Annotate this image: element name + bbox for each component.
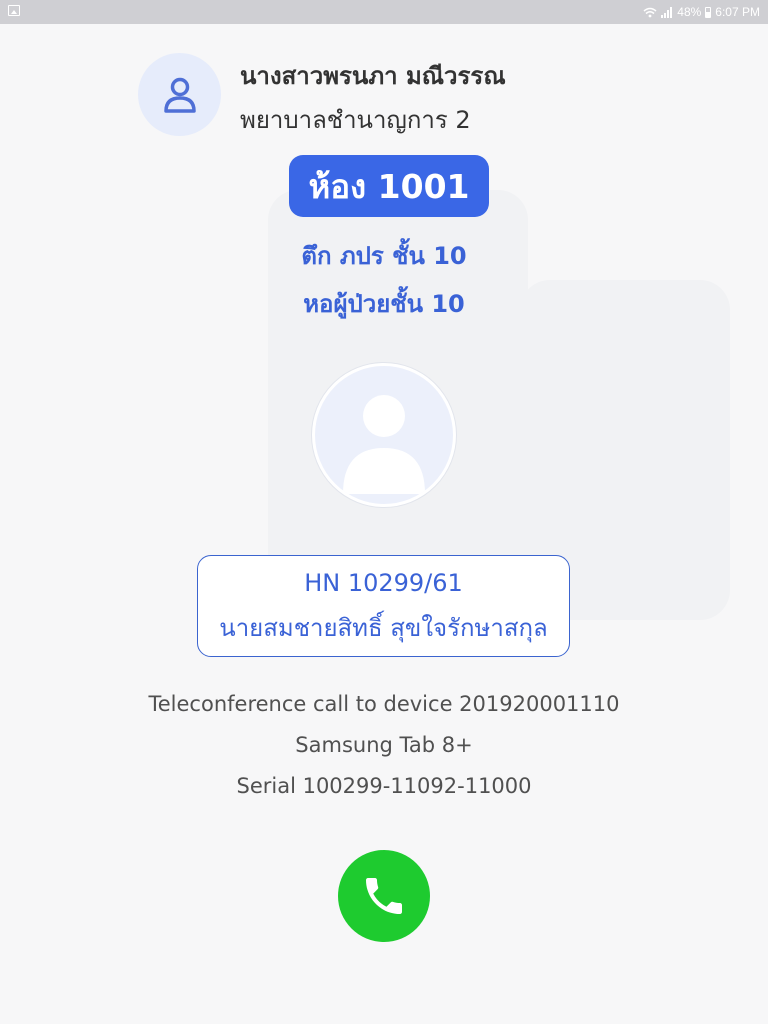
- call-target-device: Teleconference call to device 2019200011…: [148, 692, 620, 716]
- user-silhouette-icon: [343, 395, 425, 494]
- room-badge: ห้อง 1001: [289, 155, 489, 217]
- clock: 6:07 PM: [715, 5, 760, 19]
- ward-label: หอผู้ป่วยชั้น 10: [303, 290, 465, 318]
- phone-icon: [366, 878, 402, 914]
- nurse-title: พยาบาลชำนาญการ 2: [240, 106, 471, 134]
- status-indicators: 48% 6:07 PM: [643, 4, 760, 20]
- patient-hn: HN 10299/61: [304, 569, 463, 597]
- battery-percent: 48%: [677, 5, 702, 19]
- gallery-notification-icon: [8, 5, 20, 16]
- signal-icon: [661, 6, 673, 18]
- battery-icon: [705, 6, 712, 18]
- call-button[interactable]: [338, 850, 430, 942]
- status-bar: 48% 6:07 PM: [0, 0, 768, 24]
- patient-name: นายสมชายสิทธิ์ สุขใจรักษาสกุล: [219, 614, 548, 642]
- nurse-name: นางสาวพรนภา มณีวรรณ: [240, 62, 506, 90]
- nurse-avatar: [138, 53, 221, 136]
- wifi-icon: [643, 7, 657, 17]
- patient-info-card: HN 10299/61 นายสมชายสิทธิ์ สุขใจรักษาสกุ…: [197, 555, 570, 657]
- device-serial: Serial 100299-11092-11000: [236, 774, 532, 798]
- user-outline-icon: [163, 77, 196, 113]
- patient-avatar: [312, 363, 456, 507]
- building-label: ตึก ภปร ชั้น 10: [301, 242, 467, 270]
- device-model: Samsung Tab 8+: [295, 733, 473, 757]
